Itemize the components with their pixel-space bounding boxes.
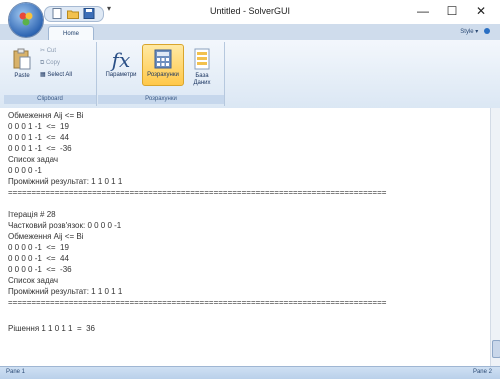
- open-folder-icon[interactable]: [67, 8, 79, 19]
- vertical-scrollbar[interactable]: [490, 108, 500, 366]
- output-line: Обмеження Aij <= Bi: [8, 111, 84, 120]
- output-text-area[interactable]: Обмеження Aij <= Bi 0 0 0 1 -1 <= 19 0 0…: [0, 108, 490, 366]
- cut-button[interactable]: ✂ Cut: [40, 46, 56, 56]
- output-line: Проміжний результат: 1 1 0 1 1: [8, 177, 123, 186]
- tab-home[interactable]: Home: [48, 26, 94, 41]
- cut-label: Cut: [46, 48, 57, 54]
- output-line: 0 0 0 1 -1 <= 19: [8, 122, 69, 131]
- ribbon-tab-row: Home Style ▾: [0, 24, 500, 41]
- output-separator: ========================================…: [8, 188, 387, 197]
- qat-customize-icon[interactable]: ▾: [107, 4, 111, 13]
- output-line: 0 0 0 0 -1 <= 44: [8, 254, 69, 263]
- output-line: Ітерація # 28: [8, 210, 56, 219]
- status-pane-1: Pane 1: [6, 369, 26, 375]
- minimize-button[interactable]: —: [408, 1, 438, 21]
- output-line: 0 0 0 0 -1 <= 19: [8, 243, 69, 252]
- select-all-icon: ▦: [40, 72, 46, 78]
- clipboard-group: Paste ✂ Cut ⧉ Copy ▦ Select All Clipboar…: [4, 42, 97, 106]
- style-menu[interactable]: Style ▾: [460, 28, 490, 35]
- maximize-button[interactable]: ☐: [437, 1, 467, 21]
- output-line: Рішення 1 1 0 1 1 = 36: [8, 324, 95, 333]
- calculator-icon: [154, 49, 172, 69]
- output-separator: ========================================…: [8, 298, 387, 307]
- database-label-line2: Даних: [193, 80, 211, 86]
- output-line: Проміжний результат: 1 1 0 1 1: [8, 287, 123, 296]
- copy-icon: ⧉: [40, 60, 45, 66]
- scrollbar-thumb[interactable]: [492, 340, 500, 358]
- output-line: Частковий розв'язок: 0 0 0 0 -1: [8, 221, 122, 230]
- help-icon[interactable]: [484, 28, 490, 35]
- database-button[interactable]: База Даних: [184, 48, 220, 87]
- output-line: 0 0 0 1 -1 <= 44: [8, 133, 69, 142]
- output-line: Список задач: [8, 276, 59, 285]
- cut-icon: ✂: [40, 48, 46, 54]
- output-line: Список задач: [8, 155, 59, 164]
- quick-access-toolbar: [44, 6, 104, 22]
- solutions-button[interactable]: Розрахунки: [142, 44, 184, 86]
- output-line: 0 0 0 0 -1: [8, 166, 42, 175]
- select-all-button[interactable]: ▦ Select All: [40, 70, 72, 80]
- app-logo-icon: [19, 12, 33, 26]
- parameters-button[interactable]: fx Параметри: [102, 48, 140, 79]
- status-pane-2: Pane 2: [472, 369, 492, 375]
- paste-button[interactable]: Paste: [8, 48, 36, 80]
- paste-icon: [13, 48, 31, 70]
- parameters-label: Параметри: [105, 72, 137, 78]
- database-label-line1: База: [195, 73, 209, 79]
- copy-label: Copy: [45, 60, 60, 66]
- status-bar: Pane 1 Pane 2: [0, 366, 500, 379]
- output-line: Обмеження Aij <= Bi: [8, 232, 84, 241]
- output-line: 0 0 0 1 -1 <= -36: [8, 144, 72, 153]
- ribbon: Paste ✂ Cut ⧉ Copy ▦ Select All Clipboar…: [0, 40, 500, 109]
- solutions-group: fx Параметри Розрахунки База Даних Розра…: [98, 42, 225, 106]
- select-all-label: Select All: [47, 72, 73, 78]
- copy-button[interactable]: ⧉ Copy: [40, 58, 60, 68]
- clipboard-group-label: Clipboard: [4, 95, 96, 104]
- output-line: 0 0 0 0 -1 <= -36: [8, 265, 72, 274]
- close-button[interactable]: ✕: [466, 1, 496, 21]
- database-icon: [194, 48, 210, 70]
- paste-label: Paste: [14, 73, 30, 79]
- save-icon[interactable]: [83, 8, 95, 19]
- style-label: Style: [460, 29, 474, 35]
- new-document-icon[interactable]: [51, 8, 63, 19]
- solutions-group-label: Розрахунки: [98, 95, 224, 104]
- application-menu-button[interactable]: [9, 3, 43, 37]
- function-icon: fx: [111, 48, 131, 72]
- solutions-label: Розрахунки: [147, 72, 179, 78]
